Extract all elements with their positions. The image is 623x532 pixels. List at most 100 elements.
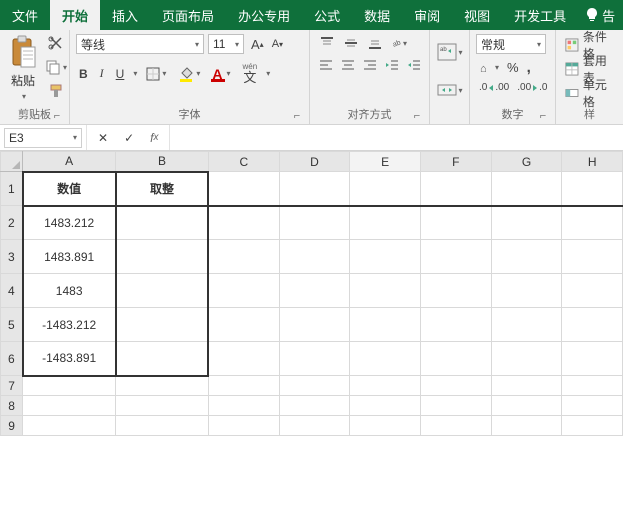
tab-review[interactable]: 审阅 xyxy=(402,0,452,30)
cell[interactable] xyxy=(562,396,623,416)
cell[interactable] xyxy=(23,396,116,416)
cell[interactable] xyxy=(350,342,421,376)
cell[interactable] xyxy=(208,206,279,240)
row-header-7[interactable]: 7 xyxy=(1,376,23,396)
clipboard-launcher[interactable]: ⌐ xyxy=(51,110,63,122)
cell[interactable] xyxy=(491,172,562,206)
cell[interactable] xyxy=(491,274,562,308)
row-header-8[interactable]: 8 xyxy=(1,396,23,416)
cancel-formula-button[interactable]: ✕ xyxy=(95,130,111,146)
align-middle-button[interactable] xyxy=(340,34,362,52)
cell[interactable] xyxy=(350,376,421,396)
increase-indent-button[interactable] xyxy=(404,56,424,74)
tab-developer[interactable]: 开发工具 xyxy=(502,0,578,30)
col-header-B[interactable]: B xyxy=(116,152,209,172)
cell[interactable] xyxy=(421,172,492,206)
cell[interactable] xyxy=(350,274,421,308)
cell[interactable] xyxy=(279,396,350,416)
cell[interactable] xyxy=(491,342,562,376)
underline-button[interactable]: U xyxy=(113,66,128,82)
tell-me[interactable]: 告 xyxy=(586,0,615,30)
italic-button[interactable]: I xyxy=(97,65,107,82)
cell[interactable] xyxy=(421,416,492,436)
cell[interactable] xyxy=(421,308,492,342)
tab-home[interactable]: 开始 xyxy=(50,0,100,30)
align-top-button[interactable] xyxy=(316,34,338,52)
row-header-9[interactable]: 9 xyxy=(1,416,23,436)
cell[interactable] xyxy=(208,240,279,274)
col-header-C[interactable]: C xyxy=(208,152,279,172)
cell[interactable] xyxy=(350,240,421,274)
cell[interactable] xyxy=(491,206,562,240)
cell[interactable] xyxy=(350,172,421,206)
row-header-1[interactable]: 1 xyxy=(1,172,23,206)
cell-styles-button[interactable]: 单元格 xyxy=(562,82,617,104)
cell[interactable] xyxy=(562,308,623,342)
copy-button[interactable]: ▾ xyxy=(42,58,70,76)
percent-button[interactable]: % xyxy=(504,59,522,76)
col-header-F[interactable]: F xyxy=(421,152,492,172)
formula-input[interactable] xyxy=(170,128,623,148)
cell[interactable] xyxy=(421,274,492,308)
align-center-button[interactable] xyxy=(338,56,358,74)
accounting-format-button[interactable]: ⌂▾ xyxy=(476,60,502,76)
cell[interactable] xyxy=(279,376,350,396)
font-color-button[interactable]: A ▾ xyxy=(209,64,233,83)
cell[interactable] xyxy=(562,240,623,274)
alignment-launcher[interactable]: ⌐ xyxy=(411,110,423,122)
cell[interactable] xyxy=(421,206,492,240)
cell[interactable] xyxy=(421,376,492,396)
tab-view[interactable]: 视图 xyxy=(452,0,502,30)
paste-button[interactable] xyxy=(6,34,40,70)
cell[interactable] xyxy=(350,308,421,342)
cell[interactable]: 1483 xyxy=(23,274,116,308)
font-launcher[interactable]: ⌐ xyxy=(291,110,303,122)
tab-formulas[interactable]: 公式 xyxy=(302,0,352,30)
cell[interactable] xyxy=(279,416,350,436)
cell[interactable] xyxy=(421,240,492,274)
merge-center-button[interactable]: ▾ xyxy=(434,80,466,100)
cell[interactable] xyxy=(116,206,209,240)
phonetic-button[interactable]: wén 文 xyxy=(240,62,261,85)
col-header-H[interactable]: H xyxy=(562,152,623,172)
decrease-font-button[interactable]: A▾ xyxy=(269,36,286,53)
cell[interactable] xyxy=(491,240,562,274)
cell[interactable]: 数值 xyxy=(23,172,116,206)
cell[interactable] xyxy=(116,240,209,274)
cell[interactable] xyxy=(208,342,279,376)
tab-page-layout[interactable]: 页面布局 xyxy=(150,0,226,30)
col-header-A[interactable]: A xyxy=(23,152,116,172)
row-header-6[interactable]: 6 xyxy=(1,342,23,376)
decrease-decimal-button[interactable]: .00.0 xyxy=(514,81,550,94)
worksheet-grid[interactable]: A B C D E F G H 1 数值 取整 2 1483.212 3 148… xyxy=(0,151,623,436)
cell[interactable]: 1483.891 xyxy=(23,240,116,274)
cell[interactable]: -1483.891 xyxy=(23,342,116,376)
cell[interactable] xyxy=(279,342,350,376)
cell[interactable] xyxy=(279,172,350,206)
cell[interactable] xyxy=(116,308,209,342)
cell[interactable] xyxy=(208,172,279,206)
fill-color-button[interactable]: ▾ xyxy=(175,65,203,83)
cell[interactable] xyxy=(350,396,421,416)
cell[interactable] xyxy=(116,396,209,416)
align-bottom-button[interactable] xyxy=(364,34,386,52)
tab-insert[interactable]: 插入 xyxy=(100,0,150,30)
cell[interactable] xyxy=(562,376,623,396)
col-header-D[interactable]: D xyxy=(279,152,350,172)
bold-button[interactable]: B xyxy=(76,66,91,82)
cell[interactable] xyxy=(562,342,623,376)
cell[interactable] xyxy=(208,416,279,436)
tab-data[interactable]: 数据 xyxy=(352,0,402,30)
font-name-select[interactable]: 等线▾ xyxy=(76,34,204,54)
cell[interactable] xyxy=(23,376,116,396)
number-launcher[interactable]: ⌐ xyxy=(537,110,549,122)
align-right-button[interactable] xyxy=(360,56,380,74)
cell[interactable] xyxy=(491,396,562,416)
increase-font-button[interactable]: A▴ xyxy=(248,36,267,53)
cell[interactable] xyxy=(421,396,492,416)
enter-formula-button[interactable]: ✓ xyxy=(121,130,137,146)
cell[interactable] xyxy=(491,416,562,436)
cell[interactable] xyxy=(491,376,562,396)
border-button[interactable]: ▾ xyxy=(143,66,169,82)
name-box[interactable]: E3▾ xyxy=(4,128,82,148)
